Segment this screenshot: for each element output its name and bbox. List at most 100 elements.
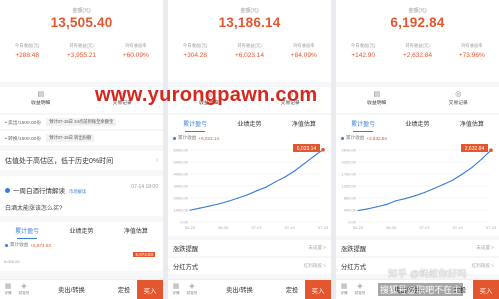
list-icon: ▤ [37,91,45,98]
amount-value: 13,186.14 [218,15,281,30]
buy-button[interactable]: 买入 [137,279,163,299]
auto-invest-button[interactable]: 定投 [279,285,305,294]
summary-card: 金额(元) 6,192.84 今日收益(元) +142.90 持有收益(元) +2,… [336,0,499,82]
line-chart-svg: 6000.00 5000.00 4000.00 3000.00 2000.00 1000.… [174,144,329,230]
tab-cumulative[interactable]: 累计盈亏 [0,226,54,239]
list-icon: ▤ [205,91,213,98]
x-tick-label: 06-30 [386,225,397,230]
tab-nav-estimate[interactable]: 净值估算 [109,226,163,235]
buy-button[interactable]: 买入 [305,279,331,299]
pending-row-convert[interactable]: • 转换/1500.00份 预计07-16日 转出份额 [0,131,163,145]
data-point [423,191,426,194]
screenshot: 金额(元) 13,505.40 今日收益(元) +288.48 持有收益(元) +3… [0,0,499,299]
data-point [303,163,305,165]
data-point [198,207,201,209]
summary-card: 金额(元) 13,186.14 今日收益(元) +304.28 持有收益(元) +6… [168,0,331,82]
data-point [385,203,388,206]
x-tick-label: 07-07 [251,225,262,230]
y-tick-label: 2000.00 [174,196,189,201]
x-tick-label: 07-14 [285,225,296,230]
stat-today: 今日收益(元) +304.28 [182,43,208,59]
tab-performance[interactable]: 业绩走势 [222,119,276,128]
stat-rate: 持有收益率 +73.96% [458,43,485,59]
tab-cumulative[interactable]: 累计盈亏 [336,119,390,132]
news-card[interactable]: 一周白酒行情解读 市场解读 07-14 18:00 白酒太能涨该怎么买? [0,176,163,216]
tab-performance[interactable]: 业绩走势 [54,226,108,235]
x-tick-label: 07-07 [419,225,430,230]
wealth-tab[interactable]: ◈ 财富号 [184,283,200,296]
fund-panel-1: 金额(元) 13,505.40 今日收益(元) +288.48 持有收益(元) +3… [0,0,163,299]
amount-label: 金额(元) [72,8,91,14]
detail-icon: ▦ [340,283,348,290]
data-point [376,206,378,208]
y-tick-label: 0.00 [348,220,357,225]
line-chart: 6000.00 5000.00 4000.00 3000.00 2000.00 1000.… [168,144,331,236]
tab-cumulative[interactable]: 累计盈亏 [168,119,222,132]
detail-tab[interactable]: ▦ 详情 [168,283,184,296]
stat-today: 今日收益(元) +288.48 [14,43,40,59]
line-chart-svg: 2640.00 2200.00 1760.00 1320.00 880.00 440.00… [342,144,497,230]
trade-record-button[interactable]: ◎ 交易记录 [250,87,332,113]
stat-hold: 持有收益(元) +6,023.14 [234,43,265,59]
x-tick-label: 07-23 [318,225,329,230]
dividend-row[interactable]: 分红方式 红利再投 > [168,258,331,274]
buy-button[interactable]: 买入 [473,279,499,299]
y-tick-label: 3000.00 [174,184,189,189]
data-point [227,200,229,202]
record-icon: ◎ [119,91,126,98]
bottom-bar: ▦ 详情 ◈ 财富号 卖出/转换 定投 买入 [168,279,331,299]
pending-row-sell[interactable]: • 卖出/1500.00份 预计07-16日 24点前到账至余额宝 [0,115,163,129]
chart-legend: 累计收益 +6,023.14 [168,132,331,144]
news-icon [5,188,10,193]
y-tick-label: 6000.00 [174,148,189,153]
price-alert-row[interactable]: 涨跌提醒 未设置 > [336,240,499,256]
sell-convert-button[interactable]: 卖出/转换 [200,285,279,294]
summary-card: 金额(元) 13,505.40 今日收益(元) +288.48 持有收益(元) +3… [0,0,163,82]
price-alert-row[interactable]: 涨跌提醒 未设置 > [168,240,331,256]
trade-record-button[interactable]: ◎ 交易记录 [82,87,164,113]
tab-nav-estimate[interactable]: 净值估算 [445,119,499,128]
data-point [414,195,416,197]
income-detail-button[interactable]: ▤ 收益明细 [336,87,418,113]
data-point [265,186,267,188]
series-line [189,149,324,211]
last-value-label: 2,632.84 [465,146,485,152]
tab-performance[interactable]: 业绩走势 [390,119,444,128]
tab-nav-estimate[interactable]: 净值估算 [277,119,331,128]
wealth-tab[interactable]: ◈ 财富号 [352,283,368,296]
data-point [293,170,296,172]
data-point [357,209,359,212]
data-point [452,179,454,181]
valuation-banner[interactable]: 估值处于高估区，低于历史0%时间 › [0,151,163,170]
wealth-icon: ◈ [21,283,27,290]
income-detail-button[interactable]: ▤ 收益明细 [168,87,250,113]
y-tick-label: 1760.00 [342,172,357,177]
detail-tab[interactable]: ▦ 详情 [336,283,352,296]
sell-convert-button[interactable]: 卖出/转换 [32,285,111,294]
data-point [274,181,277,183]
chart-legend: 累计收益 +5,974.93 [0,239,163,251]
data-point [284,176,286,178]
last-point-marker [489,148,493,152]
income-detail-button[interactable]: ▤ 收益明细 [0,87,82,113]
last-point-marker [321,147,325,152]
sohu-watermark: 搜狐号@职吧不在主 [378,283,464,296]
record-icon: ◎ [287,91,294,98]
data-point [236,197,239,199]
amount-value: 6,192.84 [390,15,445,30]
stat-hold: 持有收益(元) +3,955.21 [66,43,97,59]
auto-invest-button[interactable]: 定投 [111,285,137,294]
record-icon: ◎ [455,91,462,98]
chevron-right-icon: › [155,157,158,164]
x-tick-label: 07-14 [453,225,464,230]
data-point [208,205,210,207]
trade-record-button[interactable]: ◎ 交易记录 [418,87,499,113]
wealth-icon: ◈ [189,283,195,290]
y-tick-label: 0.00 [180,220,189,225]
y-tick-label: 5000.00 [174,160,189,165]
detail-tab[interactable]: ▦ 详情 [0,283,16,296]
wealth-tab[interactable]: ◈ 财富号 [16,283,32,296]
list-icon: ▤ [373,91,381,98]
chart-preview: 6,000.00 5,974.93 [0,251,163,271]
x-tick-label: 07-23 [486,225,497,230]
